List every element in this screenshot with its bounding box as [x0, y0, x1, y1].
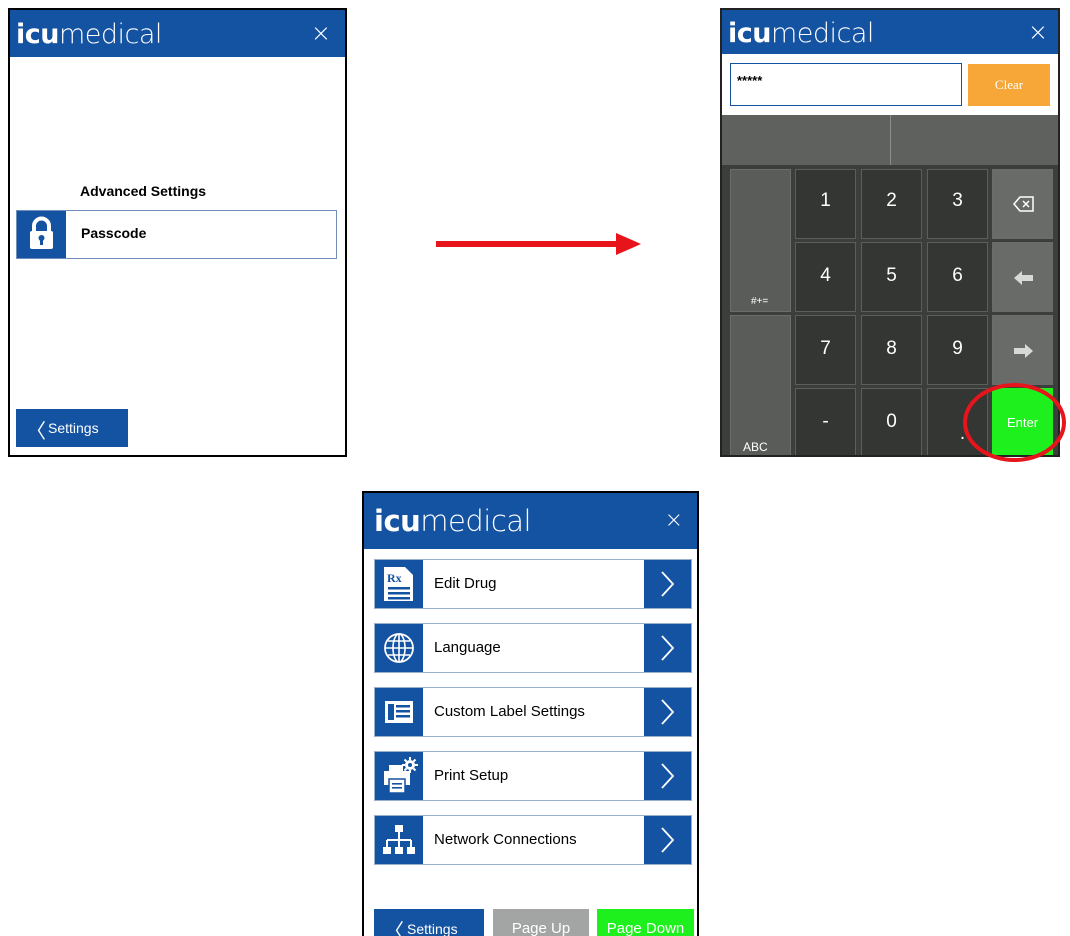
- clear-button[interactable]: Clear: [968, 64, 1050, 106]
- key-3[interactable]: 3: [927, 169, 988, 239]
- key-9[interactable]: 9: [927, 315, 988, 385]
- rx-document-icon: Rx: [375, 560, 423, 608]
- svg-text:Rx: Rx: [387, 571, 402, 585]
- passcode-item[interactable]: Passcode: [16, 210, 337, 259]
- settings-back-button[interactable]: 〈 Settings: [16, 409, 128, 447]
- globe-icon: [375, 624, 423, 672]
- highlight-circle: [963, 383, 1066, 462]
- chevron-left-icon: 〈: [384, 919, 404, 936]
- menu-item-label: Network Connections: [434, 831, 577, 848]
- app-header: icumedical ×: [364, 493, 697, 549]
- key-1[interactable]: 1: [795, 169, 856, 239]
- chevron-left-icon: 〈: [26, 419, 46, 443]
- backspace-icon: [1013, 196, 1034, 212]
- section-title: Advanced Settings: [80, 183, 207, 199]
- close-icon[interactable]: ×: [1028, 20, 1048, 44]
- app-header: icumedical ×: [722, 10, 1058, 54]
- left-arrow-icon: [1014, 271, 1033, 285]
- key-0[interactable]: 0: [861, 388, 922, 455]
- chevron-right-icon[interactable]: [644, 560, 691, 608]
- close-icon[interactable]: ×: [311, 21, 331, 45]
- settings-menu-screen: icumedical × Rx Edit Drug Language Custo…: [362, 491, 699, 936]
- menu-item-edit-drug[interactable]: Rx Edit Drug: [374, 559, 692, 609]
- flow-arrow-icon: [436, 233, 641, 255]
- label-icon: [375, 688, 423, 736]
- chevron-right-icon[interactable]: [644, 752, 691, 800]
- menu-item-language[interactable]: Language: [374, 623, 692, 673]
- settings-back-button[interactable]: 〈 Settings: [374, 909, 484, 936]
- icu-medical-logo: icumedical: [374, 504, 532, 538]
- chevron-right-icon[interactable]: [644, 688, 691, 736]
- passcode-entry-bar: ***** Clear: [722, 54, 1058, 115]
- key-minus[interactable]: -: [795, 388, 856, 455]
- network-icon: [375, 816, 423, 864]
- symbols-key[interactable]: #+=: [730, 169, 791, 312]
- page-up-button[interactable]: Page Up: [493, 909, 589, 936]
- advanced-settings-screen: icumedical × Advanced Settings Passcode …: [8, 8, 347, 457]
- menu-item-print-setup[interactable]: Print Setup: [374, 751, 692, 801]
- cursor-left-key[interactable]: [992, 242, 1053, 312]
- app-header: icumedical ×: [10, 10, 345, 57]
- icu-medical-logo: icumedical: [728, 18, 874, 49]
- key-4[interactable]: 4: [795, 242, 856, 312]
- menu-item-label: Print Setup: [434, 767, 509, 784]
- key-7[interactable]: 7: [795, 315, 856, 385]
- chevron-right-icon[interactable]: [644, 624, 691, 672]
- abc-key[interactable]: ABC: [730, 315, 791, 455]
- passcode-label: Passcode: [81, 225, 147, 241]
- key-8[interactable]: 8: [861, 315, 922, 385]
- page-down-button[interactable]: Page Down: [597, 909, 694, 936]
- menu-item-label: Edit Drug: [434, 575, 497, 592]
- icu-medical-logo: icumedical: [16, 19, 162, 50]
- chevron-right-icon[interactable]: [644, 816, 691, 864]
- back-button-label: Settings: [48, 420, 99, 436]
- menu-item-label: Language: [434, 639, 501, 656]
- printer-gear-icon: [375, 752, 423, 800]
- passcode-input[interactable]: *****: [730, 63, 962, 106]
- cursor-right-key[interactable]: [992, 315, 1053, 385]
- close-icon[interactable]: ×: [665, 510, 683, 532]
- right-arrow-icon: [1014, 344, 1033, 358]
- menu-item-custom-label-settings[interactable]: Custom Label Settings: [374, 687, 692, 737]
- key-6[interactable]: 6: [927, 242, 988, 312]
- key-5[interactable]: 5: [861, 242, 922, 312]
- backspace-key[interactable]: [992, 169, 1053, 239]
- padlock-icon: [17, 211, 66, 258]
- suggestion-divider: [890, 115, 891, 165]
- menu-item-label: Custom Label Settings: [434, 703, 585, 720]
- key-2[interactable]: 2: [861, 169, 922, 239]
- back-button-label: Settings: [407, 921, 458, 936]
- menu-item-network-connections[interactable]: Network Connections: [374, 815, 692, 865]
